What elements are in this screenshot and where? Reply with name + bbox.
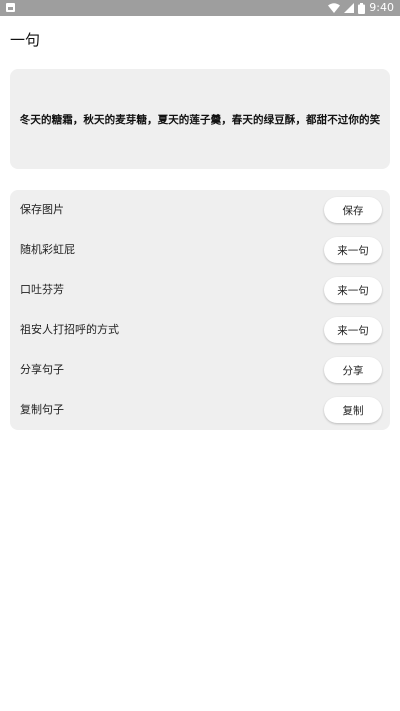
copy-sentence-label: 复制句子 [20,403,64,416]
zuan-greeting-button[interactable]: 来一句 [324,317,382,343]
rainbow-fart-button[interactable]: 来一句 [324,237,382,263]
action-row-share-sentence: 分享句子 分享 [10,350,390,390]
action-row-rainbow-fart: 随机彩虹屁 来一句 [10,230,390,270]
status-icons: 9:40 [328,0,394,16]
action-row-fragrant-words: 口吐芬芳 来一句 [10,270,390,310]
signal-icon [344,3,355,13]
battery-icon [358,2,366,14]
actions-card: 保存图片 保存 随机彩虹屁 来一句 口吐芬芳 来一句 祖安人打招呼的方式 来一句… [10,190,390,430]
action-row-save-image: 保存图片 保存 [10,190,390,230]
rainbow-fart-label: 随机彩虹屁 [20,243,75,256]
status-bar: 9:40 [0,0,400,16]
save-image-label: 保存图片 [20,203,64,216]
wifi-icon [328,3,341,13]
quote-card: 冬天的糖霜，秋天的麦芽糖，夏天的莲子羹，春天的绿豆酥，都甜不过你的笑 [10,69,390,169]
notification-icon [6,3,15,12]
share-sentence-label: 分享句子 [20,363,64,376]
fragrant-words-button[interactable]: 来一句 [324,277,382,303]
fragrant-words-label: 口吐芬芳 [20,283,64,296]
quote-text: 冬天的糖霜，秋天的麦芽糖，夏天的莲子羹，春天的绿豆酥，都甜不过你的笑 [19,113,381,126]
copy-button[interactable]: 复制 [324,397,382,423]
status-time: 9:40 [369,1,394,14]
save-button[interactable]: 保存 [324,197,382,223]
page-title: 一句 [10,31,41,49]
action-row-zuan-greeting: 祖安人打招呼的方式 来一句 [10,310,390,350]
action-row-copy-sentence: 复制句子 复制 [10,390,390,430]
share-button[interactable]: 分享 [324,357,382,383]
zuan-greeting-label: 祖安人打招呼的方式 [20,323,119,336]
